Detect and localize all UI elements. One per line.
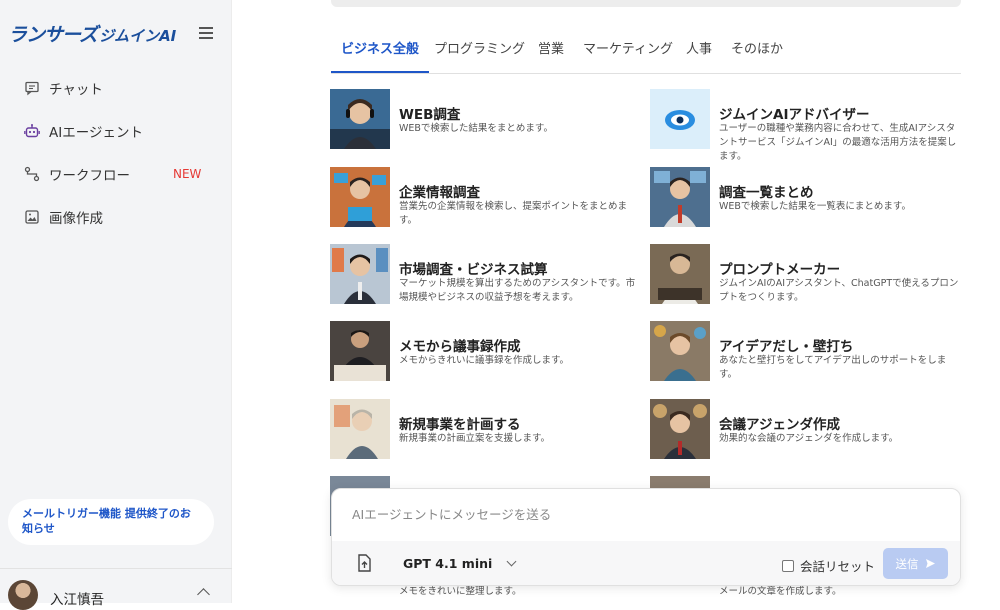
send-button[interactable]: 送信: [883, 548, 948, 579]
agent-card-description: 営業先の企業情報を検索し、提案ポイントをまとめます。: [399, 201, 628, 226]
send-label: 送信: [895, 556, 919, 571]
agent-card-title: アイデアだし・壁打ち: [719, 339, 854, 355]
robot-icon: [24, 123, 40, 137]
agent-card-description: あなたと壁打ちをしてアイデア出しのサポートをします。: [719, 355, 947, 380]
new-badge: NEW: [173, 166, 202, 181]
agent-thumbnail: [650, 167, 710, 227]
agent-card-description: ジムインAIのAIアシスタント、ChatGPTで使えるプロンプトをつくります。: [719, 278, 959, 303]
agent-thumbnail: [330, 321, 390, 381]
tab-business[interactable]: ビジネス全般: [330, 38, 430, 73]
agent-card-title: ジムインAIアドバイザー: [719, 107, 870, 123]
agent-card-description: メモからきれいに議事録を作成します。: [399, 355, 570, 366]
agent-thumbnail: [650, 399, 710, 459]
category-tabs: ビジネス全般 プログラミング 営業 マーケティング 人事 そのほか: [330, 38, 961, 74]
service-notice[interactable]: メールトリガー機能 提供終了のお知らせ: [8, 499, 214, 545]
reset-label: 会話リセット: [800, 559, 876, 574]
chevron-down-icon[interactable]: [506, 556, 517, 567]
agent-card-description: WEBで検索した結果をまとめます。: [399, 123, 553, 134]
agent-card-title: WEB調査: [399, 107, 461, 123]
agent-thumbnail: [330, 399, 390, 459]
logo-sub-text: ジムインAI: [99, 27, 177, 45]
agent-card-title: 会議アジェンダ作成: [719, 417, 840, 433]
user-name: 入江慎吾: [50, 592, 104, 608]
agent-card-title: 市場調査・ビジネス試算: [399, 262, 548, 278]
agent-card-description: メモをきれいに整理します。: [399, 586, 522, 597]
agent-card-description: 新規事業の計画立案を支援します。: [399, 433, 551, 444]
agent-card-agenda[interactable]: 会議アジェンダ作成 効果的な会議のアジェンダを作成します。: [650, 399, 962, 461]
agent-card-title: 新規事業を計画する: [399, 417, 521, 433]
agent-card-title: 調査一覧まとめ: [719, 185, 814, 201]
agent-thumbnail: [650, 244, 710, 304]
chat-icon: [25, 81, 39, 95]
tab-marketing[interactable]: マーケティング: [583, 38, 673, 72]
agent-thumbnail: [330, 167, 390, 227]
agent-thumbnail: [330, 244, 390, 304]
agent-card-title: プロンプトメーカー: [719, 262, 841, 278]
agent-thumbnail: [650, 321, 710, 381]
image-icon: [25, 209, 39, 224]
agent-card-ideas[interactable]: アイデアだし・壁打ち あなたと壁打ちをしてアイデア出しのサポートをします。: [650, 321, 962, 383]
agent-card-advisor[interactable]: ジムインAIアドバイザー ユーザーの職種や業務内容に合わせて、生成AIアシスタン…: [650, 89, 962, 162]
agent-card-description: メールの文章を作成します。: [719, 586, 842, 597]
send-arrow-icon: [925, 559, 935, 568]
agent-card-market-research[interactable]: 市場調査・ビジネス試算 マーケット規模を算出するためのアシスタントです。市場規模…: [330, 244, 642, 306]
sidebar-item-label: 画像作成: [49, 210, 103, 227]
workflow-icon: [24, 166, 40, 181]
tab-hr[interactable]: 人事: [686, 38, 712, 72]
sidebar: ランサーズ ジムインAI チャット AIエージェント ワークフロー NEW 画像作…: [0, 0, 232, 610]
sidebar-item-ai-agent[interactable]: AIエージェント: [0, 109, 232, 152]
model-selector[interactable]: GPT 4.1 mini: [403, 556, 492, 571]
agent-thumbnail: [650, 89, 710, 149]
composer-toolbar: GPT 4.1 mini 会話リセット 送信: [332, 541, 960, 585]
agent-card-description: 効果的な会議のアジェンダを作成します。: [719, 433, 899, 444]
logo-main-text: ランサーズ: [8, 24, 98, 46]
sidebar-item-image[interactable]: 画像作成: [0, 195, 232, 238]
hamburger-menu-icon[interactable]: [199, 27, 213, 39]
tab-other[interactable]: そのほか: [731, 38, 783, 72]
agent-card-title: 企業情報調査: [399, 185, 480, 201]
user-menu[interactable]: 入江慎吾: [0, 568, 232, 610]
agent-card-prompt-maker[interactable]: プロンプトメーカー ジムインAIのAIアシスタント、ChatGPTで使えるプロン…: [650, 244, 962, 306]
sidebar-item-workflow[interactable]: ワークフロー NEW: [0, 152, 232, 195]
agent-card-research-list[interactable]: 調査一覧まとめ WEBで検索した結果を一覧表にまとめます。: [650, 167, 962, 229]
tab-programming[interactable]: プログラミング: [434, 38, 525, 72]
agent-card-description: マーケット規模を算出するためのアシスタントです。市場規模やビジネスの収益予想を考…: [399, 278, 636, 303]
file-upload-icon[interactable]: [354, 553, 374, 573]
sidebar-nav: チャット AIエージェント ワークフロー NEW 画像作成: [0, 66, 232, 238]
avatar: [8, 580, 38, 610]
agent-card-company-research[interactable]: 企業情報調査 営業先の企業情報を検索し、提案ポイントをまとめます。: [330, 167, 642, 229]
sidebar-item-label: チャット: [49, 81, 103, 98]
sidebar-item-label: ワークフロー: [49, 167, 130, 184]
sidebar-item-label: AIエージェント: [49, 124, 143, 141]
agent-thumbnail: [330, 89, 390, 149]
agent-card-new-business[interactable]: 新規事業を計画する 新規事業の計画立案を支援します。: [330, 399, 642, 461]
agent-card-description: WEBで検索した結果を一覧表にまとめます。: [719, 201, 911, 212]
top-bar: [331, 0, 961, 7]
chevron-up-icon[interactable]: [197, 588, 210, 601]
agent-card-minutes[interactable]: メモから議事録作成 メモからきれいに議事録を作成します。: [330, 321, 642, 383]
agent-card-description: ユーザーの職種や業務内容に合わせて、生成AIアシスタントサービス「ジムインAI」…: [719, 123, 957, 162]
agent-card-web-research[interactable]: WEB調査 WEBで検索した結果をまとめます。: [330, 89, 642, 151]
tab-sales[interactable]: 営業: [538, 38, 564, 72]
sidebar-item-chat[interactable]: チャット: [0, 66, 232, 109]
checkbox-icon[interactable]: [782, 559, 794, 572]
agent-card-title: メモから議事録作成: [399, 339, 521, 355]
message-input[interactable]: [332, 489, 960, 539]
reset-conversation-checkbox[interactable]: 会話リセット: [782, 556, 875, 575]
chat-composer: GPT 4.1 mini 会話リセット 送信: [331, 488, 961, 586]
logo[interactable]: ランサーズ ジムインAI: [8, 20, 176, 47]
